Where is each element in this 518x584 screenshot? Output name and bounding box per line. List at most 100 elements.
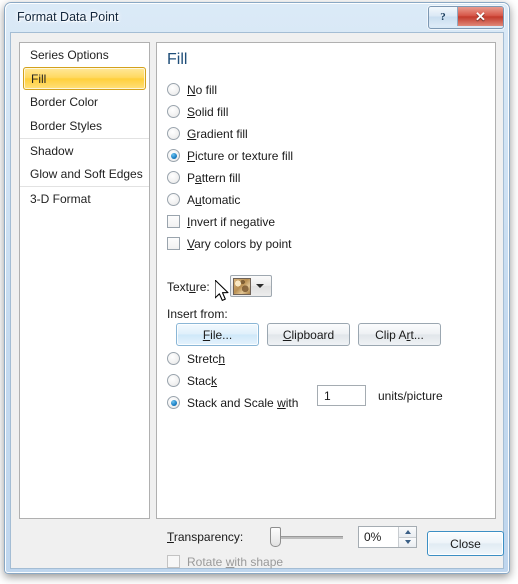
option-label-text: olid fill xyxy=(195,104,229,119)
title-bar: Format Data Point ? ✕ xyxy=(5,3,509,33)
page-title: Fill xyxy=(167,51,188,68)
button-label-text: ile... xyxy=(210,327,233,342)
option-label-prefix: Stretc xyxy=(187,351,219,366)
insert-from-file-button[interactable]: File... xyxy=(176,323,259,346)
help-icon[interactable]: ? xyxy=(429,7,458,26)
option-label-prefix: Stac xyxy=(187,373,212,388)
texture-label: Texture: xyxy=(167,280,210,294)
option-label: Solid fill xyxy=(187,105,228,119)
sidebar-item-glow-and-soft-edges[interactable]: Glow and Soft Edges xyxy=(20,162,149,186)
radio-stretch[interactable]: Stretch xyxy=(167,350,225,367)
texture-dropdown-button[interactable] xyxy=(230,275,272,297)
accel-key: h xyxy=(218,351,226,366)
sidebar-item-series-options[interactable]: Series Options xyxy=(20,43,149,67)
transparency-stepper[interactable]: 0% xyxy=(358,526,417,548)
radio-indicator-selected xyxy=(167,396,180,409)
category-list[interactable]: Series Options Fill Border Color Border … xyxy=(19,42,150,519)
option-label: Vary colors by point xyxy=(187,237,292,251)
stepper-up-button[interactable] xyxy=(399,527,416,537)
radio-solid-fill[interactable]: Solid fill xyxy=(167,103,228,120)
accel-key: P xyxy=(187,148,196,163)
option-label: Automatic xyxy=(187,193,240,207)
sidebar-item-label: 3-D Format xyxy=(30,192,91,206)
sidebar-item-border-color[interactable]: Border Color xyxy=(20,90,149,114)
stepper-arrows xyxy=(398,527,416,547)
papyrus-texture-swatch xyxy=(233,277,251,295)
insert-from-clipboard-button[interactable]: Clipboard xyxy=(267,323,350,346)
radio-indicator xyxy=(167,352,180,365)
sidebar-item-shadow[interactable]: Shadow xyxy=(20,138,149,162)
accel-key: N xyxy=(187,82,196,97)
checkbox-vary-colors-by-point[interactable]: Vary colors by point xyxy=(167,235,292,252)
triangle-down-icon xyxy=(404,540,411,545)
option-label-text: ary colors by point xyxy=(194,236,292,251)
scale-units-input[interactable]: 1 xyxy=(317,385,366,406)
sidebar-item-fill[interactable]: Fill xyxy=(23,67,146,90)
radio-indicator xyxy=(167,83,180,96)
radio-no-fill[interactable]: No fill xyxy=(167,81,217,98)
sidebar-item-label: Shadow xyxy=(30,144,74,158)
sidebar-item-label: Fill xyxy=(31,72,47,86)
radio-indicator xyxy=(167,127,180,140)
checkbox-invert-if-negative[interactable]: Invert if negative xyxy=(167,213,275,230)
option-label-text: ttern fill xyxy=(201,170,241,185)
chevron-down-icon xyxy=(256,284,264,288)
transparency-slider-thumb[interactable] xyxy=(270,527,281,547)
radio-indicator xyxy=(167,105,180,118)
option-label-text: radient fill xyxy=(196,126,248,141)
dialog-client-area: Series Options Fill Border Color Border … xyxy=(10,32,504,569)
radio-gradient-fill[interactable]: Gradient fill xyxy=(167,125,248,142)
sidebar-item-label: Border Styles xyxy=(30,119,103,133)
close-button[interactable]: Close xyxy=(427,531,504,556)
option-label-prefix: P xyxy=(187,170,196,185)
texture-label-prefix: Text xyxy=(167,280,190,294)
option-label-text: icture or texture fill xyxy=(195,148,294,163)
option-label-text: tomatic xyxy=(201,192,241,207)
sidebar-item-label: Series Options xyxy=(30,48,109,62)
option-label-text: nvert if negative xyxy=(190,214,276,229)
checkbox-indicator xyxy=(167,215,180,228)
caption-button-group: ? ✕ xyxy=(428,6,504,29)
format-data-point-dialog: Format Data Point ? ✕ Series Options Fil… xyxy=(4,2,510,574)
sidebar-item-border-styles[interactable]: Border Styles xyxy=(20,114,149,138)
checkbox-indicator-disabled xyxy=(167,555,180,568)
accel-key: u xyxy=(189,280,196,294)
option-label-text: o fill xyxy=(195,82,218,97)
sidebar-item-3d-format[interactable]: 3-D Format xyxy=(20,186,149,210)
transparency-label: Transparency: xyxy=(167,530,243,544)
option-label: Rotate with shape xyxy=(187,555,283,569)
close-icon[interactable]: ✕ xyxy=(458,7,503,26)
radio-stack[interactable]: Stack xyxy=(167,372,217,389)
option-label-text: ith shape xyxy=(234,554,284,569)
stepper-down-button[interactable] xyxy=(399,536,416,547)
option-label: Stack and Scale with xyxy=(187,396,298,410)
radio-pattern-fill[interactable]: Pattern fill xyxy=(167,169,240,186)
accel-key: T xyxy=(167,530,174,544)
radio-indicator-selected xyxy=(167,149,180,162)
radio-automatic[interactable]: Automatic xyxy=(167,191,240,208)
radio-stack-and-scale-with[interactable]: Stack and Scale with xyxy=(167,394,298,411)
option-label-prefix: Stack and Scale xyxy=(187,395,278,410)
insert-from-clip-art-button[interactable]: Clip Art... xyxy=(358,323,441,346)
accel-key: S xyxy=(187,104,196,119)
radio-indicator xyxy=(167,193,180,206)
transparency-slider-track[interactable] xyxy=(275,536,343,539)
option-label: No fill xyxy=(187,83,217,97)
button-label: Clip Art... xyxy=(375,328,424,342)
sidebar-item-label: Glow and Soft Edges xyxy=(30,167,143,181)
units-per-picture-label: units/picture xyxy=(378,389,443,403)
button-label: Clipboard xyxy=(283,328,334,342)
option-label-text: ith xyxy=(285,395,299,410)
transparency-value[interactable]: 0% xyxy=(359,527,398,547)
accel-key: a xyxy=(195,170,202,185)
button-label-text: t... xyxy=(410,327,424,342)
triangle-up-icon xyxy=(404,529,411,534)
radio-picture-or-texture-fill[interactable]: Picture or texture fill xyxy=(167,147,293,164)
option-label-prefix: Rotate xyxy=(187,554,226,569)
button-label-prefix: Clip A xyxy=(375,327,407,342)
accel-key: G xyxy=(187,126,197,141)
fill-options-pane: Fill No fill Solid fill Gradient fill Pi… xyxy=(156,42,496,569)
sidebar-item-label: Border Color xyxy=(30,95,99,109)
option-label: Pattern fill xyxy=(187,171,240,185)
window-title: Format Data Point xyxy=(17,10,119,24)
